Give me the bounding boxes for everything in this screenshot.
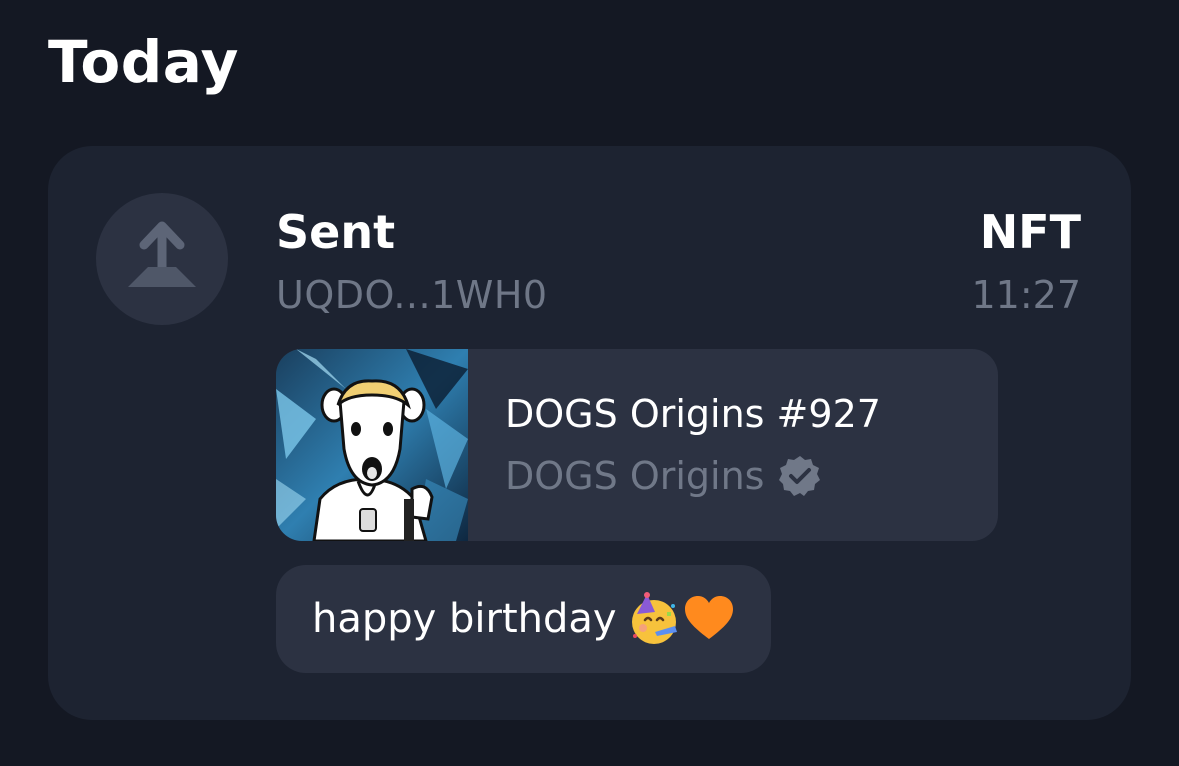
verified-badge-icon (779, 456, 821, 496)
transaction-time: 11:27 (971, 273, 1081, 317)
partying-face-emoji (631, 592, 677, 644)
transaction-card[interactable]: Sent UQDO...1WH0 NFT 11:27 DOGS Origins … (48, 146, 1131, 720)
nft-image (276, 349, 468, 541)
history-page: Today Sent UQDO...1WH0 NFT 11:27 DOGS Or… (0, 0, 1179, 766)
transaction-address: UQDO...1WH0 (276, 273, 548, 317)
nft-collection: DOGS Origins (505, 454, 765, 498)
comment-text: happy birthday (312, 596, 617, 642)
transaction-avatar (96, 193, 228, 325)
transaction-title: Sent (276, 205, 396, 259)
nft-name: DOGS Origins #927 (505, 392, 881, 436)
orange-heart-emoji (684, 596, 733, 639)
section-title: Today (48, 28, 239, 96)
transaction-kind: NFT (979, 205, 1081, 259)
comment-bubble: happy birthday (276, 565, 771, 673)
arrow-up-icon (128, 221, 196, 287)
nft-preview[interactable]: DOGS Origins #927 DOGS Origins (276, 349, 998, 541)
nft-collection-row: DOGS Origins (505, 453, 822, 499)
